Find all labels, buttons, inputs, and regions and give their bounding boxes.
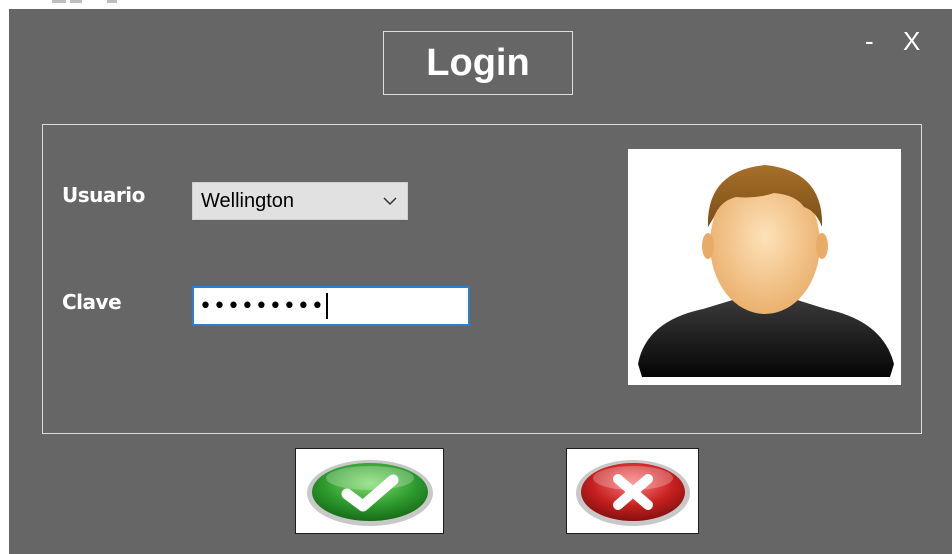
check-icon [306,460,433,526]
close-button[interactable]: X [903,28,920,54]
clave-password-field[interactable]: ••••••••• [192,286,470,326]
password-mask: ••••••••• [199,293,325,319]
minimize-button[interactable]: - [865,28,874,54]
x-icon [575,460,690,526]
login-title: Login [383,31,573,95]
clave-label: Clave [62,290,122,314]
user-avatar-icon [628,149,901,385]
login-window: Login - X Usuario Wellington Clave •••••… [0,0,952,554]
accept-button[interactable] [295,448,444,534]
usuario-combobox[interactable]: Wellington [192,182,408,220]
usuario-label: Usuario [62,183,145,207]
usuario-value: Wellington [201,189,295,212]
chevron-down-icon[interactable] [373,183,407,219]
cancel-button[interactable] [566,448,699,534]
text-caret [325,293,328,319]
